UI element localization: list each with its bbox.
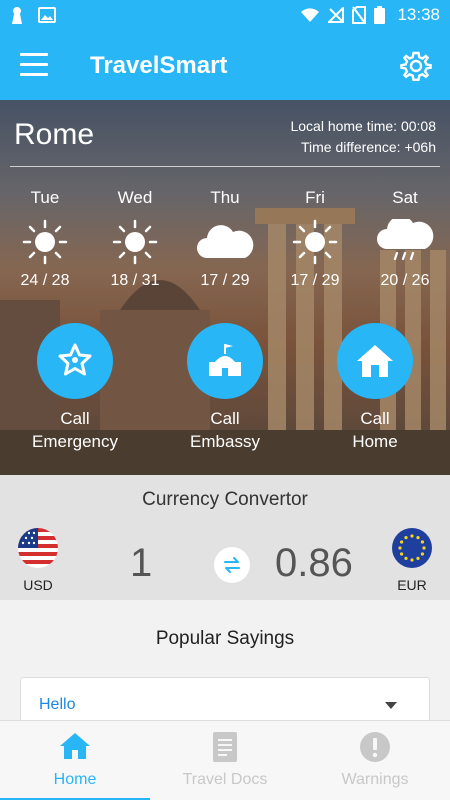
divider [10,166,440,167]
tab-home[interactable]: Home [0,721,150,800]
clock: 13:38 [397,5,440,24]
warning-icon [360,732,390,762]
forecast-day: Thu 17 / 29 [180,188,270,290]
city-name: Rome [14,118,95,151]
app-bar: TravelSmart [0,30,450,100]
currency-convertor: Currency Convertor USD 1 0.86 EUR [0,475,450,600]
forecast-day: Wed 18 / 31 [90,188,180,290]
from-amount[interactable]: 1 [130,541,152,586]
temperature: 17 / 29 [290,272,340,289]
forecast-day: Fri 17 / 29 [270,188,360,290]
day-name: Wed [117,188,153,207]
action-label: Call [360,409,390,428]
action-label: Call [60,409,90,428]
home-icon [337,323,413,399]
settings-gear-icon[interactable] [400,50,432,82]
tab-label: Warnings [341,771,409,788]
tab-label: Home [53,771,97,788]
wifi-icon [301,8,320,22]
rain-cloud-icon [360,214,450,270]
temperature: 17 / 29 [200,272,250,289]
popular-sayings: Popular Sayings Hello [0,600,450,727]
day-name: Thu [210,188,240,207]
call-home-button[interactable]: Call Home [315,323,435,453]
from-currency-code: USD [23,577,53,593]
action-label: Home [352,432,398,451]
dropdown-value: Hello [39,696,76,713]
section-title: Currency Convertor [142,489,308,510]
image-icon [38,7,56,23]
police-badge-icon [37,323,113,399]
action-label: Emergency [32,432,118,451]
to-amount: 0.86 [275,541,353,585]
call-emergency-button[interactable]: Call Emergency [15,323,135,453]
day-name: Tue [30,188,60,207]
forecast-day: Sat 20 / 26 [360,188,450,290]
chevron-down-icon [385,702,397,709]
home-icon [60,733,90,759]
embassy-icon [187,323,263,399]
temperature: 20 / 26 [380,272,430,289]
no-signal-icon [328,7,345,23]
sun-icon [0,214,90,270]
quick-actions: Call Emergency Call Embassy Call Home [0,323,450,463]
menu-icon[interactable] [20,53,48,77]
app-title: TravelSmart [90,52,228,79]
local-home-time: Local home time: 00:08 [290,118,436,134]
swap-arrows-icon [224,557,240,573]
sun-icon [90,214,180,270]
swap-currency-button[interactable] [214,547,250,583]
document-icon [213,732,237,762]
forecast-day: Tue 24 / 28 [0,188,90,290]
section-title: Popular Sayings [155,628,295,649]
eu-flag-icon[interactable] [392,528,432,568]
day-name: Fri [305,188,325,207]
action-label: Call [210,409,240,428]
tab-label: Travel Docs [182,771,268,788]
call-embassy-button[interactable]: Call Embassy [165,323,285,453]
us-flag-icon[interactable] [18,528,58,568]
to-currency-code: EUR [397,577,427,593]
time-info: Local home time: 00:08 Time difference: … [290,116,436,158]
temperature: 24 / 28 [20,272,70,289]
time-difference: Time difference: +06h [300,139,436,155]
temperature: 18 / 31 [110,272,160,289]
weather-forecast: Tue 24 / 28 Wed 18 / 31 Thu 17 / 29 Fri [0,188,450,290]
no-sim-icon [352,6,367,24]
sun-icon [270,214,360,270]
day-name: Sat [392,188,418,207]
bottom-navigation: Home Travel Docs Warnings [0,720,450,800]
tab-warnings[interactable]: Warnings [300,721,450,800]
cloud-icon [180,214,270,270]
tab-travel-docs[interactable]: Travel Docs [150,721,300,800]
status-bar: 13:38 [0,0,450,30]
action-label: Embassy [190,432,260,451]
keyhole-icon [12,7,22,24]
battery-icon [374,6,386,24]
destination-hero: Rome Local home time: 00:08 Time differe… [0,100,450,475]
